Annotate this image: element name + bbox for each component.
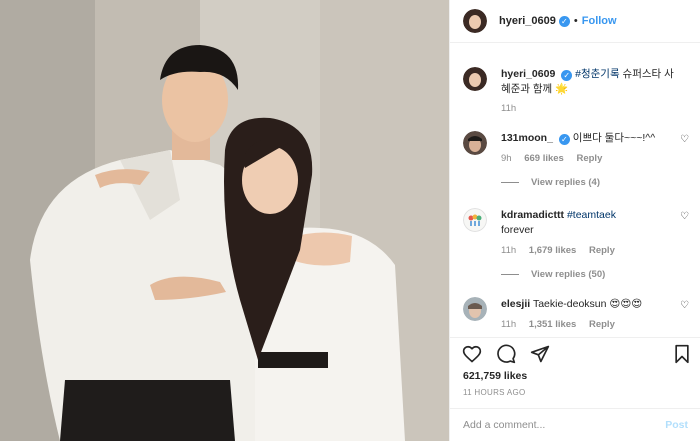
comment-composer: Post [450, 408, 700, 441]
bookmark-icon[interactable] [673, 344, 691, 364]
reply-button[interactable]: Reply [576, 153, 602, 164]
avatar[interactable] [463, 297, 487, 321]
comment-item: 131moon_ ✓ 이쁘다 둘다~~~!^^ ♡ 9h 669 likes R… [463, 131, 693, 191]
reply-button[interactable]: Reply [589, 319, 615, 330]
comment-username[interactable]: elesjii [501, 298, 530, 310]
caption-text: hyeri_0609 ✓ #청춘기록 슈퍼스타 사혜준과 함께 🌟 [501, 67, 681, 97]
comment-time: 11h [501, 319, 517, 330]
comment-input[interactable] [463, 419, 666, 431]
caption: hyeri_0609 ✓ #청춘기록 슈퍼스타 사혜준과 함께 🌟 11h [463, 67, 693, 122]
caption-username[interactable]: hyeri_0609 [501, 68, 555, 80]
caption-hashtag[interactable]: #청춘기록 [575, 68, 619, 80]
divider-line [501, 182, 519, 183]
verified-badge-icon: ✓ [558, 15, 570, 27]
bookmark-button[interactable] [673, 344, 691, 367]
view-replies-label: View replies (50) [531, 269, 606, 280]
avatar-image [463, 131, 487, 155]
comment-meta: 11h 1,679 likes Reply [501, 245, 625, 256]
comment-body: 이쁘다 둘다~~~!^^ [572, 132, 656, 144]
share-icon[interactable] [530, 344, 550, 364]
comment-time: 9h [501, 153, 512, 164]
action-icons [462, 344, 550, 364]
comment-item: kdramadicttt #teamtaek forever ♡ 11h 1,6… [463, 208, 693, 288]
comment-likes[interactable]: 1,679 likes [529, 245, 577, 256]
caption-meta: 11h [501, 103, 526, 114]
avatar[interactable] [463, 131, 487, 155]
comments-list[interactable]: hyeri_0609 ✓ #청춘기록 슈퍼스타 사혜준과 함께 🌟 11h 13… [450, 43, 700, 337]
heart-outline-icon[interactable]: ♡ [680, 300, 689, 311]
comment-text: kdramadicttt #teamtaek forever [501, 208, 681, 238]
reply-button[interactable]: Reply [589, 245, 615, 256]
avatar[interactable] [463, 9, 487, 33]
divider-line [501, 274, 519, 275]
post-actions: 621,759 likes 11 HOURS AGO [450, 337, 700, 403]
header-username[interactable]: hyeri_0609 [499, 15, 556, 27]
verified-badge-icon: ✓ [558, 134, 570, 145]
post-header: hyeri_0609 ✓ • Follow [450, 0, 700, 43]
comment-text: elesjii Taekie-deoksun 😍😍😍 [501, 297, 681, 312]
photo-illustration [0, 0, 449, 441]
comment-time: 11h [501, 245, 517, 256]
avatar[interactable] [463, 67, 487, 91]
comment-username[interactable]: 131moon_ [501, 132, 553, 144]
avatar-image [463, 208, 487, 232]
post-button[interactable]: Post [665, 419, 688, 431]
caption-time: 11h [501, 103, 517, 114]
like-count[interactable]: 621,759 likes [463, 370, 527, 382]
comment-hashtag[interactable]: #teamtaek [567, 209, 616, 221]
view-replies-button[interactable]: View replies (4) [501, 177, 600, 188]
comment-text: 131moon_ ✓ 이쁘다 둘다~~~!^^ [501, 131, 681, 146]
heart-icon[interactable] [462, 344, 482, 364]
header-separator: • [573, 15, 578, 27]
avatar-image [463, 297, 487, 321]
avatar-image [463, 9, 487, 33]
comment-item: elesjii Taekie-deoksun 😍😍😍 ♡ 11h 1,351 l… [463, 297, 693, 337]
comment-body: forever [501, 224, 534, 236]
post-sidebar: hyeri_0609 ✓ • Follow hyeri_0609 ✓ #청춘기록… [449, 0, 700, 441]
comment-likes[interactable]: 1,351 likes [529, 319, 577, 330]
instagram-post: hyeri_0609 ✓ • Follow hyeri_0609 ✓ #청춘기록… [0, 0, 700, 441]
heart-outline-icon[interactable]: ♡ [680, 134, 689, 145]
comment-body: Taekie-deoksun 😍😍😍 [532, 298, 643, 310]
avatar[interactable] [463, 208, 487, 232]
comment-meta: 9h 669 likes Reply [501, 153, 612, 164]
comment-username[interactable]: kdramadicttt [501, 209, 564, 221]
view-replies-label: View replies (4) [531, 177, 600, 188]
follow-button[interactable]: Follow [582, 15, 617, 27]
post-photo[interactable] [0, 0, 449, 441]
comment-meta: 11h 1,351 likes Reply [501, 319, 625, 330]
comment-likes[interactable]: 669 likes [524, 153, 564, 164]
post-timestamp: 11 HOURS AGO [463, 388, 526, 397]
view-replies-button[interactable]: View replies (50) [501, 269, 605, 280]
comment-icon[interactable] [496, 344, 516, 364]
avatar-image [463, 67, 487, 91]
heart-outline-icon[interactable]: ♡ [680, 211, 689, 222]
verified-badge-icon: ✓ [561, 70, 573, 81]
